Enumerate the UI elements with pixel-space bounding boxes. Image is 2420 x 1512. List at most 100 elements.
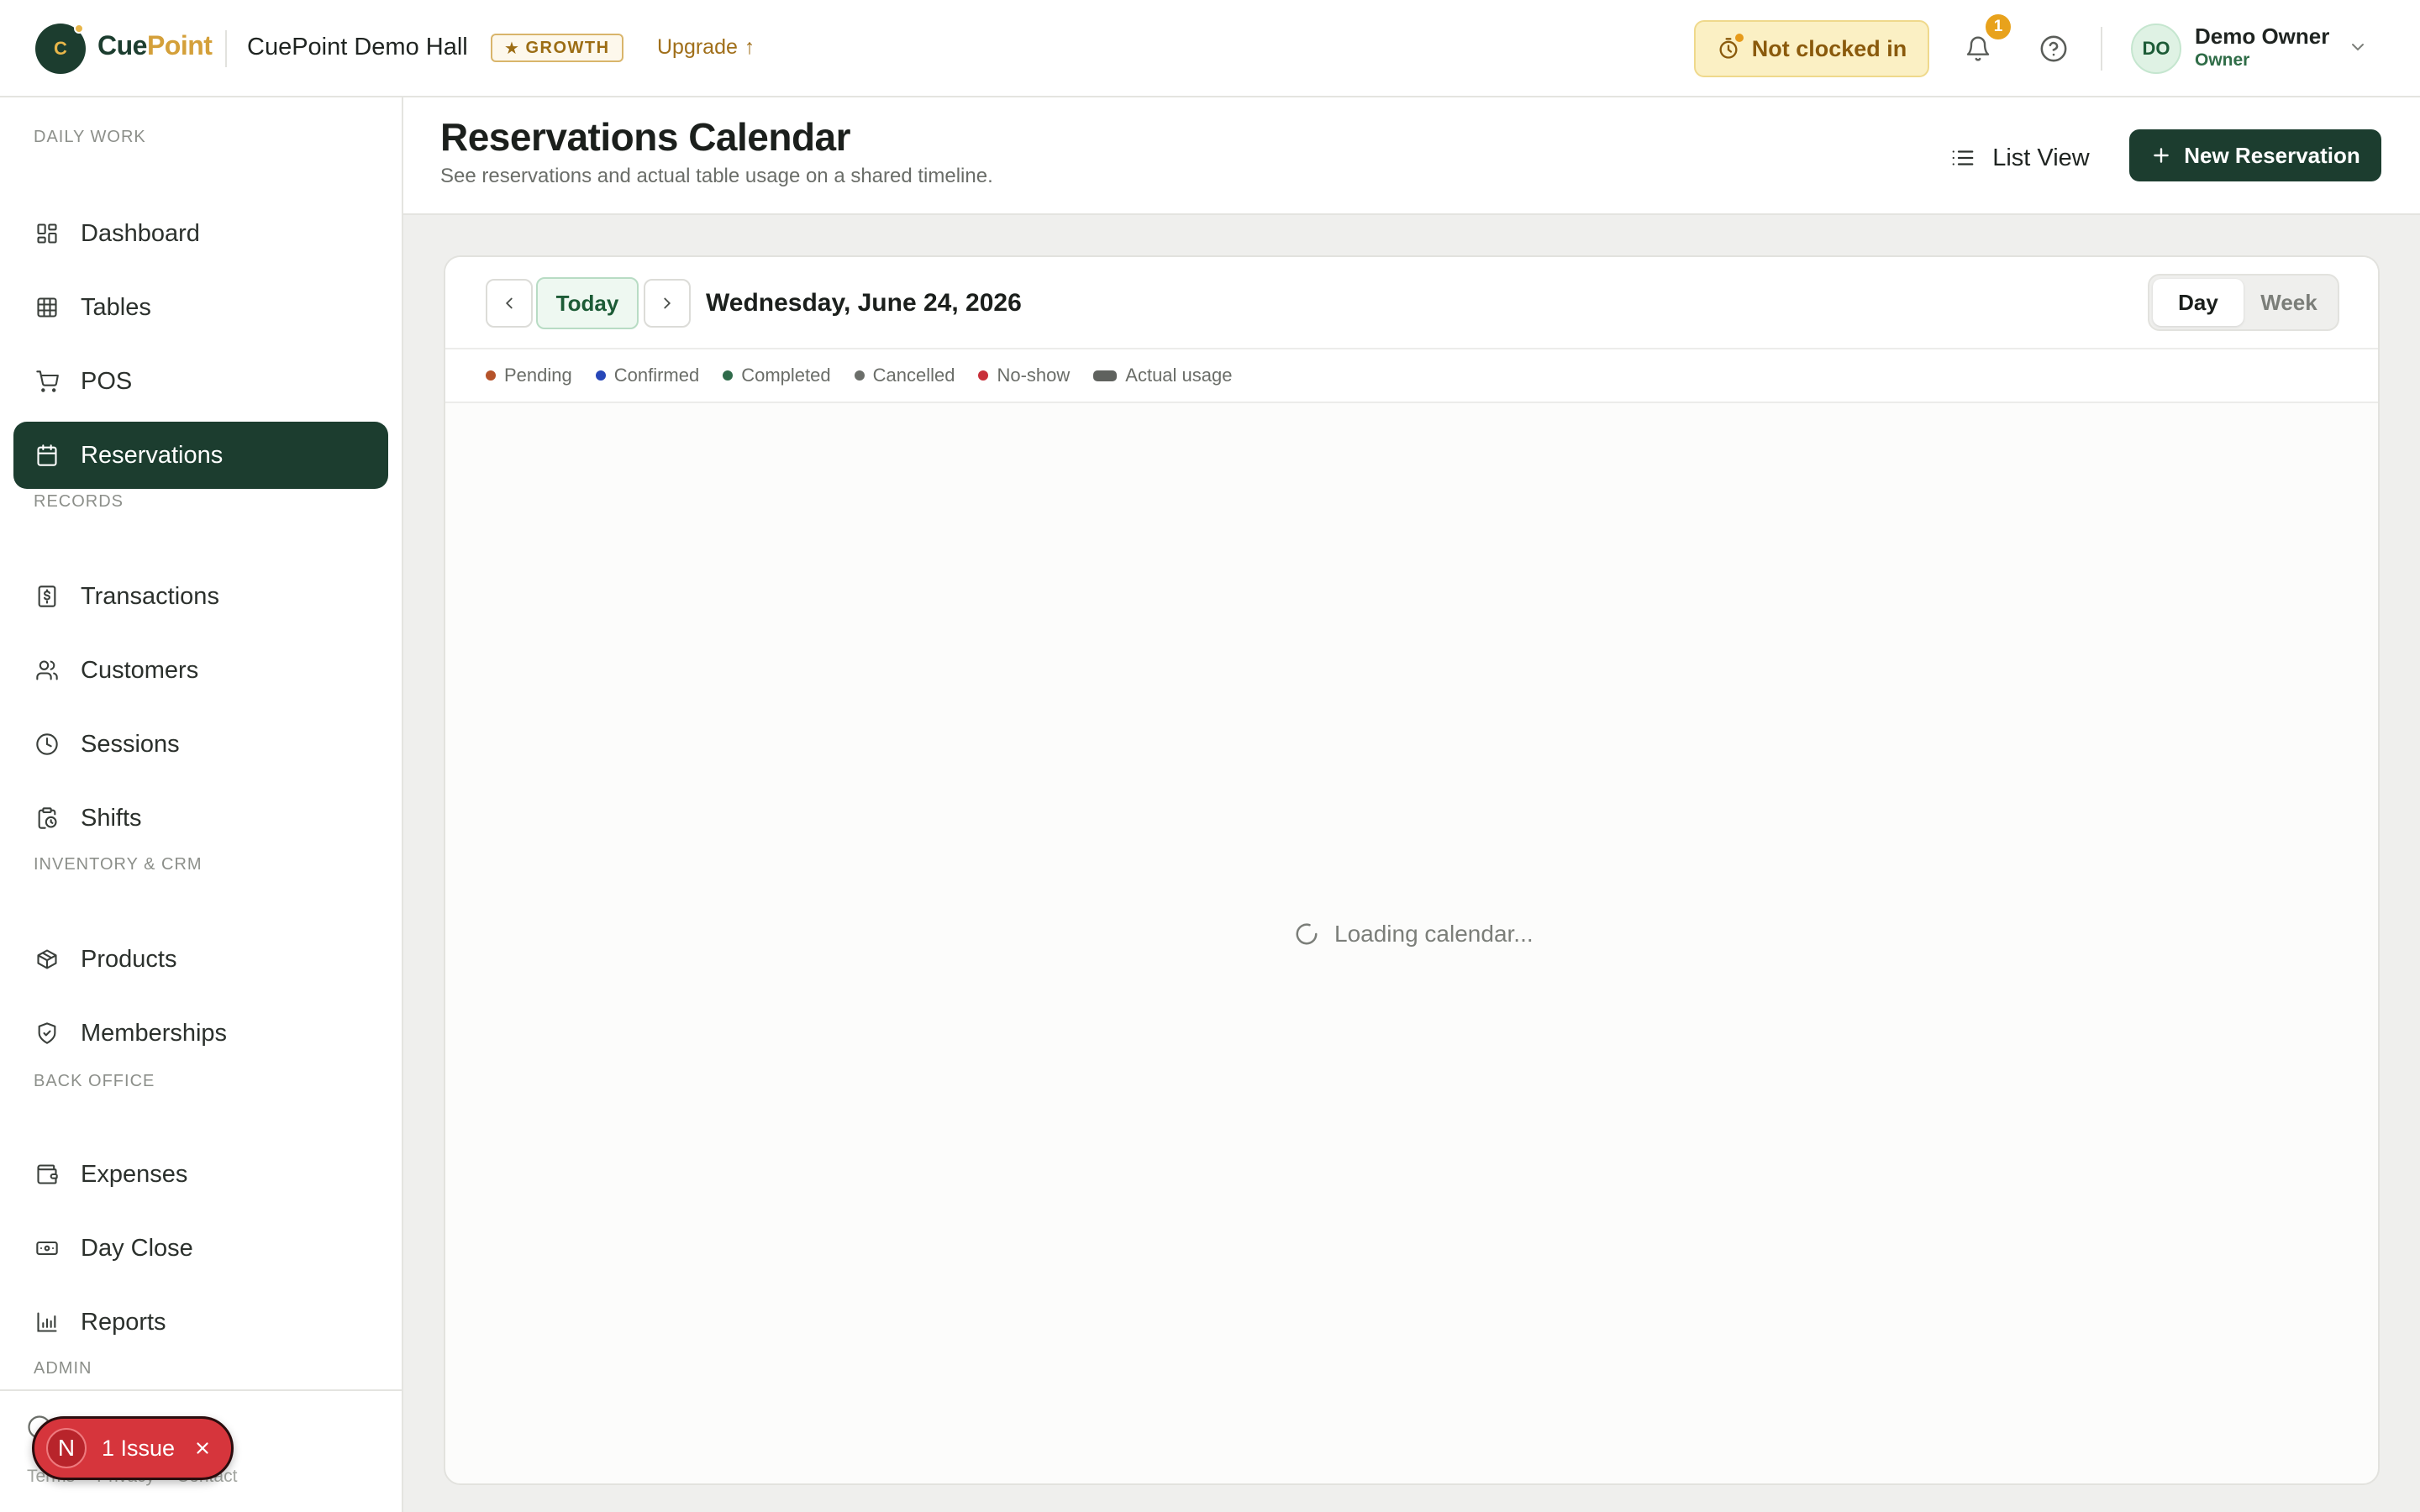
sidebar-item-reservations[interactable]: Reservations [13,422,388,489]
chevron-right-icon [664,297,671,309]
previous-day-button[interactable] [486,279,533,328]
legend-item-cancelled: Cancelled [854,365,955,386]
chevron-down-icon[interactable] [2348,37,2368,57]
sidebar-item-day-close[interactable]: Day Close [13,1215,388,1282]
sidebar-item-reports[interactable]: Reports [13,1289,388,1356]
page-title: Reservations Calendar [440,115,851,159]
section-label-admin: ADMIN [34,1359,92,1378]
sidebar-item-pos[interactable]: POS [13,348,388,415]
calendar-loading-indicator: Loading calendar... [1294,921,1534,948]
legend-dot [854,370,865,381]
sidebar-item-label: Shifts [81,804,142,832]
top-bar: C CuePoint CuePoint Demo Hall ★ GROWTH U… [0,0,2420,97]
sidebar-item-shifts[interactable]: Shifts [13,785,388,852]
star-icon: ★ [504,39,521,58]
view-week-option[interactable]: Week [2244,279,2334,326]
brand-logo[interactable]: C [35,24,86,74]
sidebar-item-dashboard[interactable]: Dashboard [13,200,388,267]
users-icon [34,657,60,684]
sidebar-item-expenses[interactable]: Expenses [13,1141,388,1208]
next-day-button[interactable] [644,279,691,328]
calendar-card: Today Wednesday, June 24, 2026 Day Week … [444,255,2380,1485]
today-button[interactable]: Today [536,277,639,329]
sidebar-item-label: Memberships [81,1019,228,1047]
header-divider [225,30,227,67]
sidebar-item-transactions[interactable]: Transactions [13,563,388,630]
page-header: Reservations Calendar See reservations a… [403,97,2420,215]
sidebar-item-customers[interactable]: Customers [13,637,388,704]
dashboard-icon [34,220,60,247]
help-circle-icon [2040,35,2067,62]
legend-item-completed: Completed [723,365,831,386]
cart-icon [34,368,60,395]
calendar-icon [34,442,60,469]
issues-indicator-button[interactable]: N 1 Issue [32,1416,234,1480]
clock-status-button[interactable]: Not clocked in [1694,20,1929,77]
sidebar-item-label: POS [81,367,133,395]
sidebar-item-label: Reports [81,1308,166,1336]
legend-label: Confirmed [613,365,700,386]
logo-dot [74,24,84,34]
list-view-button[interactable]: List View [1933,131,2107,185]
brand-name[interactable]: CuePoint [97,30,213,61]
user-avatar[interactable]: DO [2131,24,2181,74]
plus-icon [2154,148,2170,163]
close-icon[interactable] [193,1439,212,1457]
legend-dot [723,370,734,381]
bar-chart-icon [34,1309,60,1336]
sidebar-item-memberships[interactable]: Memberships [13,1000,388,1067]
list-view-label: List View [1992,144,2090,171]
sidebar-item-label: Tables [81,293,151,321]
framework-logo-icon: N [46,1428,87,1468]
logo-letter: C [54,38,67,59]
shield-icon [34,1020,60,1047]
wallet-icon [34,1161,60,1188]
legend-label: Completed [741,365,831,386]
loading-text: Loading calendar... [1334,921,1534,947]
sidebar-item-label: Sessions [81,730,180,758]
package-icon [34,946,60,973]
view-toggle: Day Week [2148,274,2339,331]
sidebar-item-products[interactable]: Products [13,926,388,993]
view-day-option[interactable]: Day [2153,279,2244,326]
legend-label: Actual usage [1125,365,1233,386]
issue-count-label: 1 Issue [102,1435,176,1461]
sidebar-item-label: Expenses [81,1160,188,1188]
notification-count-badge: 1 [1984,13,2012,41]
sidebar-item-tables[interactable]: Tables [13,274,388,341]
sidebar-footer-divider [0,1389,402,1391]
legend-bar-swatch [1093,370,1118,381]
upgrade-label: Upgrade [657,35,738,59]
page-subtitle: See reservations and actual table usage … [440,165,993,187]
sidebar-item-label: Customers [81,656,199,684]
user-name[interactable]: Demo Owner [2195,24,2329,50]
plan-badge: ★ GROWTH [491,34,623,62]
bell-icon [1966,36,1990,61]
timer-icon [1717,34,1744,60]
legend-label: Cancelled [872,365,955,386]
clipboard-clock-icon [34,805,60,832]
brand-name-part2: Point [146,30,213,60]
legend-item-no-show: No-show [978,365,1070,386]
sidebar-item-label: Products [81,945,177,973]
calendar-toolbar: Today Wednesday, June 24, 2026 Day Week [445,257,2378,349]
venue-name: CuePoint Demo Hall [247,34,468,60]
sidebar-item-sessions[interactable]: Sessions [13,711,388,778]
banknote-icon [34,1235,60,1262]
legend-item-confirmed: Confirmed [595,365,700,386]
help-button[interactable] [2035,30,2072,67]
new-reservation-button[interactable]: New Reservation [2129,129,2381,181]
upgrade-link[interactable]: Upgrade ↑ [657,35,755,60]
list-icon [1952,150,1974,165]
legend-dot [978,370,989,381]
chevron-left-icon [505,297,513,309]
legend-dot [486,370,496,381]
sidebar-item-label: Reservations [81,441,224,469]
status-legend: Pending Confirmed Completed Cancelled No… [486,365,1232,386]
sidebar: DAILY WORK Dashboard Tables POS Reservat… [0,97,403,1512]
legend-dot [595,370,606,381]
legend-item-actual-usage: Actual usage [1093,365,1232,386]
sidebar-item-label: Transactions [81,582,219,610]
section-label-records: RECORDS [34,492,124,511]
header-divider-right [2101,27,2102,71]
